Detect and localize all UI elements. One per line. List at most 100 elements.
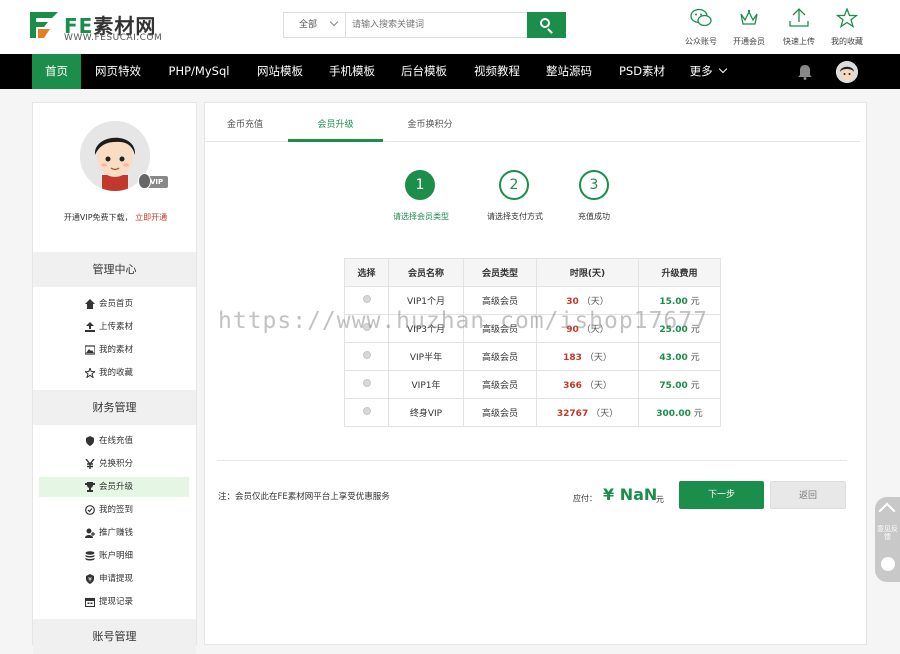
search-input[interactable]	[352, 13, 522, 37]
nav-full-source[interactable]: 整站源码	[537, 54, 601, 89]
menu-my-assets[interactable]: 我的素材	[39, 340, 189, 360]
toplink-upload[interactable]: 快速上传	[776, 8, 822, 48]
nav-video-tutorials[interactable]: 视频教程	[465, 54, 529, 89]
plan-radio[interactable]	[362, 295, 371, 303]
vip-promo: 开通VIP免费下载， 立即开通	[63, 213, 168, 222]
menu-recharge[interactable]: 在线充值	[39, 431, 189, 451]
plan-name: VIP1个月	[388, 286, 464, 315]
section-account[interactable]: 账号管理	[33, 619, 196, 654]
search-button[interactable]	[527, 12, 566, 38]
plan-days: 183 （天）	[536, 342, 639, 371]
plan-price: 43.00 元	[638, 342, 721, 371]
menu-account-details[interactable]: 账户明细	[39, 546, 189, 566]
table-row[interactable]: VIP3个月 高级会员 90 （天） 25.00 元	[344, 314, 721, 343]
table-row[interactable]: VIP1个月 高级会员 30 （天） 15.00 元	[344, 286, 721, 315]
tab-bar: 金币充值 会员升级 金币换积分	[205, 112, 860, 142]
toplink-label: 快速上传	[783, 37, 815, 46]
search-box: 全部	[283, 12, 566, 38]
menu-my-favorites[interactable]: 我的收藏	[39, 363, 189, 383]
step-1-label: 请选择会员类型	[393, 212, 449, 221]
tab-member-upgrade[interactable]: 会员升级	[288, 112, 383, 142]
plan-radio[interactable]	[362, 407, 371, 415]
plan-price: 25.00 元	[638, 314, 721, 343]
chevron-down-icon	[719, 64, 728, 74]
feedback-link[interactable]: 意见反馈	[875, 525, 900, 541]
nav-home[interactable]: 首页	[32, 54, 81, 89]
user-avatar[interactable]	[836, 61, 858, 83]
shield-icon	[86, 436, 94, 446]
nav-web-effects[interactable]: 网页特效	[86, 54, 150, 89]
plan-table: 选择 会员名称 会员类型 时限(天) 升级费用 VIP1个月 高级会员 30 （…	[344, 258, 721, 427]
step-2-circle: 2	[499, 170, 529, 200]
menu-sign-in[interactable]: 我的签到	[39, 500, 189, 520]
plan-name: VIP1年	[388, 370, 464, 399]
plan-days: 366 （天）	[536, 370, 639, 399]
plan-type: 高级会员	[463, 314, 537, 343]
toplink-label: 开通会员	[733, 37, 765, 46]
amount-due-unit: 元	[656, 495, 664, 504]
top-bar: FE素材网 WWW.FESUCAI.COM 全部 公众账号 开通会员 快速上传 …	[0, 0, 900, 54]
shield-dollar-icon: ¥	[86, 574, 94, 584]
logo-mark-icon	[30, 12, 58, 38]
menu-upload[interactable]: 上传素材	[39, 317, 189, 337]
nav-more[interactable]: 更多	[683, 54, 733, 89]
member-note: 注：会员仅此在FE素材网平台上享受优惠服务	[218, 492, 390, 502]
toplink-label: 我的收藏	[831, 37, 863, 46]
chevron-down-icon	[329, 17, 339, 27]
search-category-select[interactable]: 全部	[284, 13, 346, 37]
trophy-icon	[85, 482, 95, 492]
bell-icon[interactable]	[797, 63, 813, 80]
back-to-top-icon[interactable]	[878, 502, 896, 520]
toplink-label: 公众账号	[685, 37, 717, 46]
toplink-favorites[interactable]: 我的收藏	[824, 8, 870, 48]
back-button[interactable]: 返回	[770, 481, 846, 509]
open-vip-link[interactable]: 立即开通	[135, 213, 167, 222]
wechat-icon	[690, 8, 712, 27]
tab-coin-to-points[interactable]: 金币换积分	[385, 112, 475, 142]
step-3-label: 充值成功	[578, 212, 610, 221]
star-icon	[836, 8, 858, 28]
toplink-vip[interactable]: 开通会员	[726, 8, 772, 48]
upload-icon	[85, 322, 95, 332]
table-row[interactable]: VIP半年 高级会员 183 （天） 43.00 元	[344, 342, 721, 371]
menu-member-upgrade[interactable]: 会员升级	[39, 477, 189, 497]
menu-member-home[interactable]: 会员首页	[39, 294, 189, 314]
nav-admin-templates[interactable]: 后台模板	[392, 54, 456, 89]
check-circle-icon	[85, 505, 95, 515]
plan-name: VIP半年	[388, 342, 464, 371]
next-step-button[interactable]: 下一步	[679, 481, 764, 509]
step-1-circle: 1	[405, 170, 435, 200]
nav-php-mysql[interactable]: PHP/MySql	[160, 54, 238, 89]
calendar-icon	[85, 597, 95, 607]
menu-withdraw[interactable]: ¥ 申请提现	[39, 569, 189, 589]
amount-due-value: ¥ NaN	[603, 485, 658, 504]
site-logo[interactable]: FE素材网 WWW.FESUCAI.COM	[30, 10, 170, 44]
step-2-label: 请选择支付方式	[487, 212, 543, 221]
col-header: 时限(天)	[536, 258, 639, 287]
section-admin-center[interactable]: 管理中心	[33, 252, 196, 287]
home-icon	[85, 299, 95, 309]
plan-price: 75.00 元	[638, 370, 721, 399]
toplink-wechat[interactable]: 公众账号	[678, 8, 724, 48]
upgrade-panel: 金币充值 会员升级 金币换积分 1 2 3 请选择会员类型 请选择支付方式 充值…	[204, 102, 867, 645]
plan-radio[interactable]	[362, 379, 371, 387]
plan-type: 高级会员	[463, 342, 537, 371]
plan-type: 高级会员	[463, 370, 537, 399]
nav-psd[interactable]: PSD素材	[610, 54, 674, 89]
nav-site-templates[interactable]: 网站模板	[248, 54, 312, 89]
tab-coin-recharge[interactable]: 金币充值	[205, 112, 285, 142]
table-row[interactable]: 终身VIP 高级会员 32767 （天） 300.00 元	[344, 398, 721, 427]
top-links: 公众账号 开通会员 快速上传 我的收藏	[678, 8, 873, 48]
section-finance[interactable]: 财务管理	[33, 390, 196, 425]
divider	[217, 460, 847, 461]
menu-exchange-points[interactable]: 兑换积分	[39, 454, 189, 474]
plan-radio[interactable]	[362, 351, 371, 359]
chat-icon[interactable]	[881, 557, 895, 571]
menu-withdraw-records[interactable]: 提现记录	[39, 592, 189, 612]
vip-badge: VIP	[138, 173, 168, 189]
plan-radio[interactable]	[362, 323, 371, 331]
nav-mobile-templates[interactable]: 手机模板	[320, 54, 384, 89]
table-header-row: 选择 会员名称 会员类型 时限(天) 升级费用	[344, 258, 721, 287]
table-row[interactable]: VIP1年 高级会员 366 （天） 75.00 元	[344, 370, 721, 399]
menu-referral[interactable]: 推广赚钱	[39, 523, 189, 543]
